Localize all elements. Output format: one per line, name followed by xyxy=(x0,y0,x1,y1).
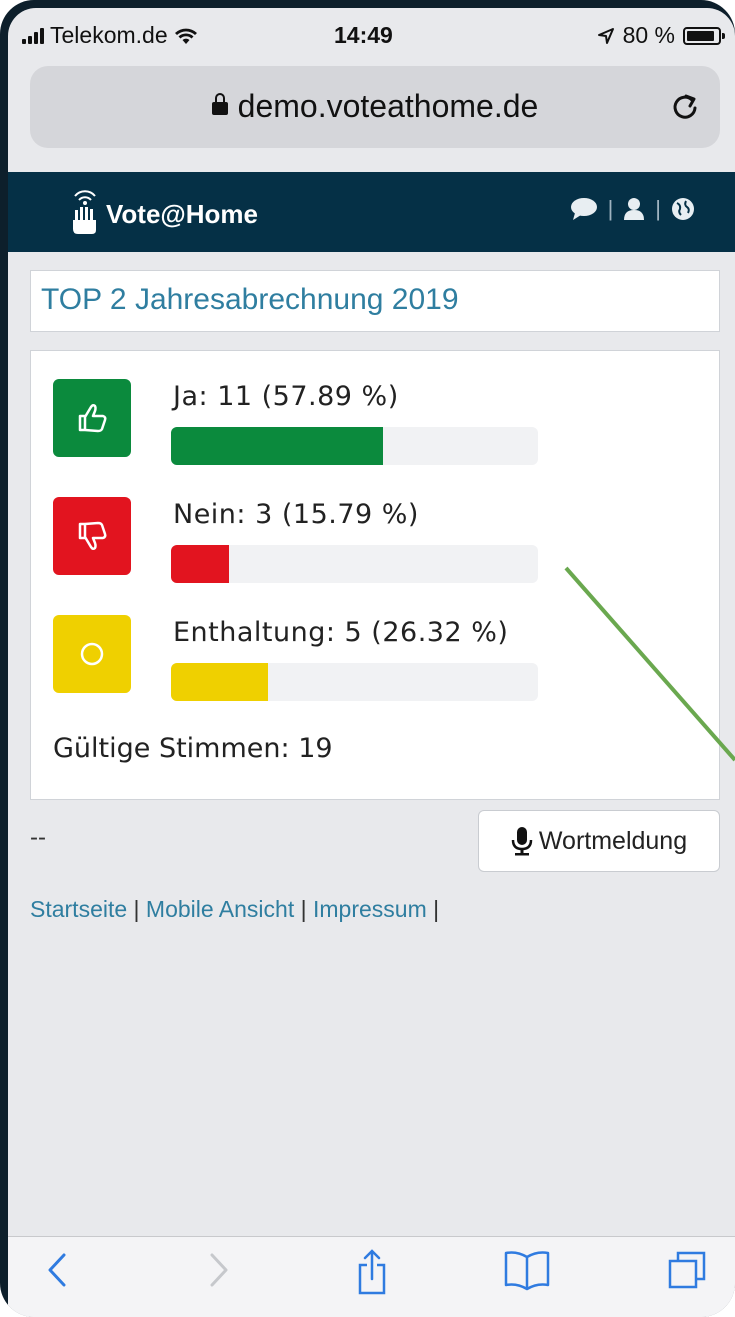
circle-icon xyxy=(80,642,104,666)
vote-results-card: Ja: 11 (57.89 %) Nein: 3 (15.79 %) Entha… xyxy=(30,350,720,800)
result-bar-fill xyxy=(171,663,268,701)
domain-text: demo.voteathome.de xyxy=(237,88,539,124)
result-label: Enthaltung: 5 (26.32 %) xyxy=(173,617,509,648)
result-bar-fill xyxy=(171,427,384,465)
battery-icon xyxy=(683,26,725,45)
address-bar[interactable]: demo.voteathome.de xyxy=(30,66,720,148)
lock-icon xyxy=(211,93,228,115)
microphone-icon xyxy=(511,827,533,856)
thumbs-up-icon xyxy=(78,403,107,433)
user-icon[interactable] xyxy=(623,197,645,221)
result-bar xyxy=(171,427,538,465)
chat-bubble-icon[interactable] xyxy=(570,197,598,221)
vote-abstain-badge xyxy=(53,615,131,693)
battery-percent: 80 % xyxy=(622,22,675,48)
result-row-ja: Ja: 11 (57.89 %) xyxy=(53,379,553,465)
clock: 14:49 xyxy=(334,22,393,48)
location-arrow-icon xyxy=(597,27,614,44)
footer-separator: | xyxy=(133,896,140,922)
forward-icon[interactable] xyxy=(204,1247,234,1293)
result-label: Ja: 11 (57.89 %) xyxy=(173,381,399,412)
signal-icon xyxy=(22,27,44,44)
vote-yes-badge xyxy=(53,379,131,457)
url-display[interactable]: demo.voteathome.de xyxy=(30,88,720,125)
carrier-name: Telekom.de xyxy=(50,22,168,48)
tabs-icon[interactable] xyxy=(666,1247,710,1293)
phone-frame: Telekom.de 14:49 80 % demo.voteathome.de xyxy=(0,0,735,1317)
wifi-icon xyxy=(174,28,197,44)
reload-icon[interactable] xyxy=(670,90,700,122)
brand-logo[interactable]: Vote@Home xyxy=(68,186,258,236)
footer-separator: | xyxy=(300,896,307,922)
back-icon[interactable] xyxy=(42,1247,72,1293)
footer-links: Startseite | Mobile Ansicht | Impressum … xyxy=(30,896,439,923)
thumbs-down-icon xyxy=(78,521,107,551)
brand-name: Vote@Home xyxy=(106,199,259,229)
phone-screen: Telekom.de 14:49 80 % demo.voteathome.de xyxy=(8,8,735,1317)
status-right: 80 % xyxy=(597,22,725,49)
result-bar-fill xyxy=(171,545,229,583)
page-title: TOP 2 Jahresabrechnung 2019 xyxy=(41,283,459,316)
result-row-nein: Nein: 3 (15.79 %) xyxy=(53,497,553,583)
footer-separator: | xyxy=(433,896,440,922)
header-nav: | | xyxy=(570,196,695,222)
vote-no-badge xyxy=(53,497,131,575)
app-header: Vote@Home | | xyxy=(8,172,735,252)
footer-link-startseite[interactable]: Startseite xyxy=(30,896,127,922)
result-bar xyxy=(171,663,538,701)
raised-hand-icon xyxy=(73,190,96,234)
nav-separator: | xyxy=(607,196,614,221)
footer-link-mobile[interactable]: Mobile Ansicht xyxy=(146,896,294,922)
footer-link-impressum[interactable]: Impressum xyxy=(313,896,427,922)
valid-votes: Gültige Stimmen: 19 xyxy=(53,733,333,764)
wortmeldung-label: Wortmeldung xyxy=(538,826,688,855)
carrier-info: Telekom.de xyxy=(22,22,198,49)
result-label: Nein: 3 (15.79 %) xyxy=(173,499,419,530)
status-placeholder: -- xyxy=(30,824,46,851)
result-bar xyxy=(171,545,538,583)
nav-separator: | xyxy=(655,196,661,221)
browser-toolbar xyxy=(8,1236,735,1317)
status-bar: Telekom.de 14:49 80 % xyxy=(8,8,735,58)
agenda-title-card: TOP 2 Jahresabrechnung 2019 xyxy=(30,270,720,332)
request-to-speak-button[interactable]: Wortmeldung xyxy=(478,810,720,872)
bookmarks-icon[interactable] xyxy=(502,1247,552,1293)
share-icon[interactable] xyxy=(356,1247,388,1297)
globe-icon[interactable] xyxy=(671,197,695,221)
result-row-enthaltung: Enthaltung: 5 (26.32 %) xyxy=(53,615,553,701)
